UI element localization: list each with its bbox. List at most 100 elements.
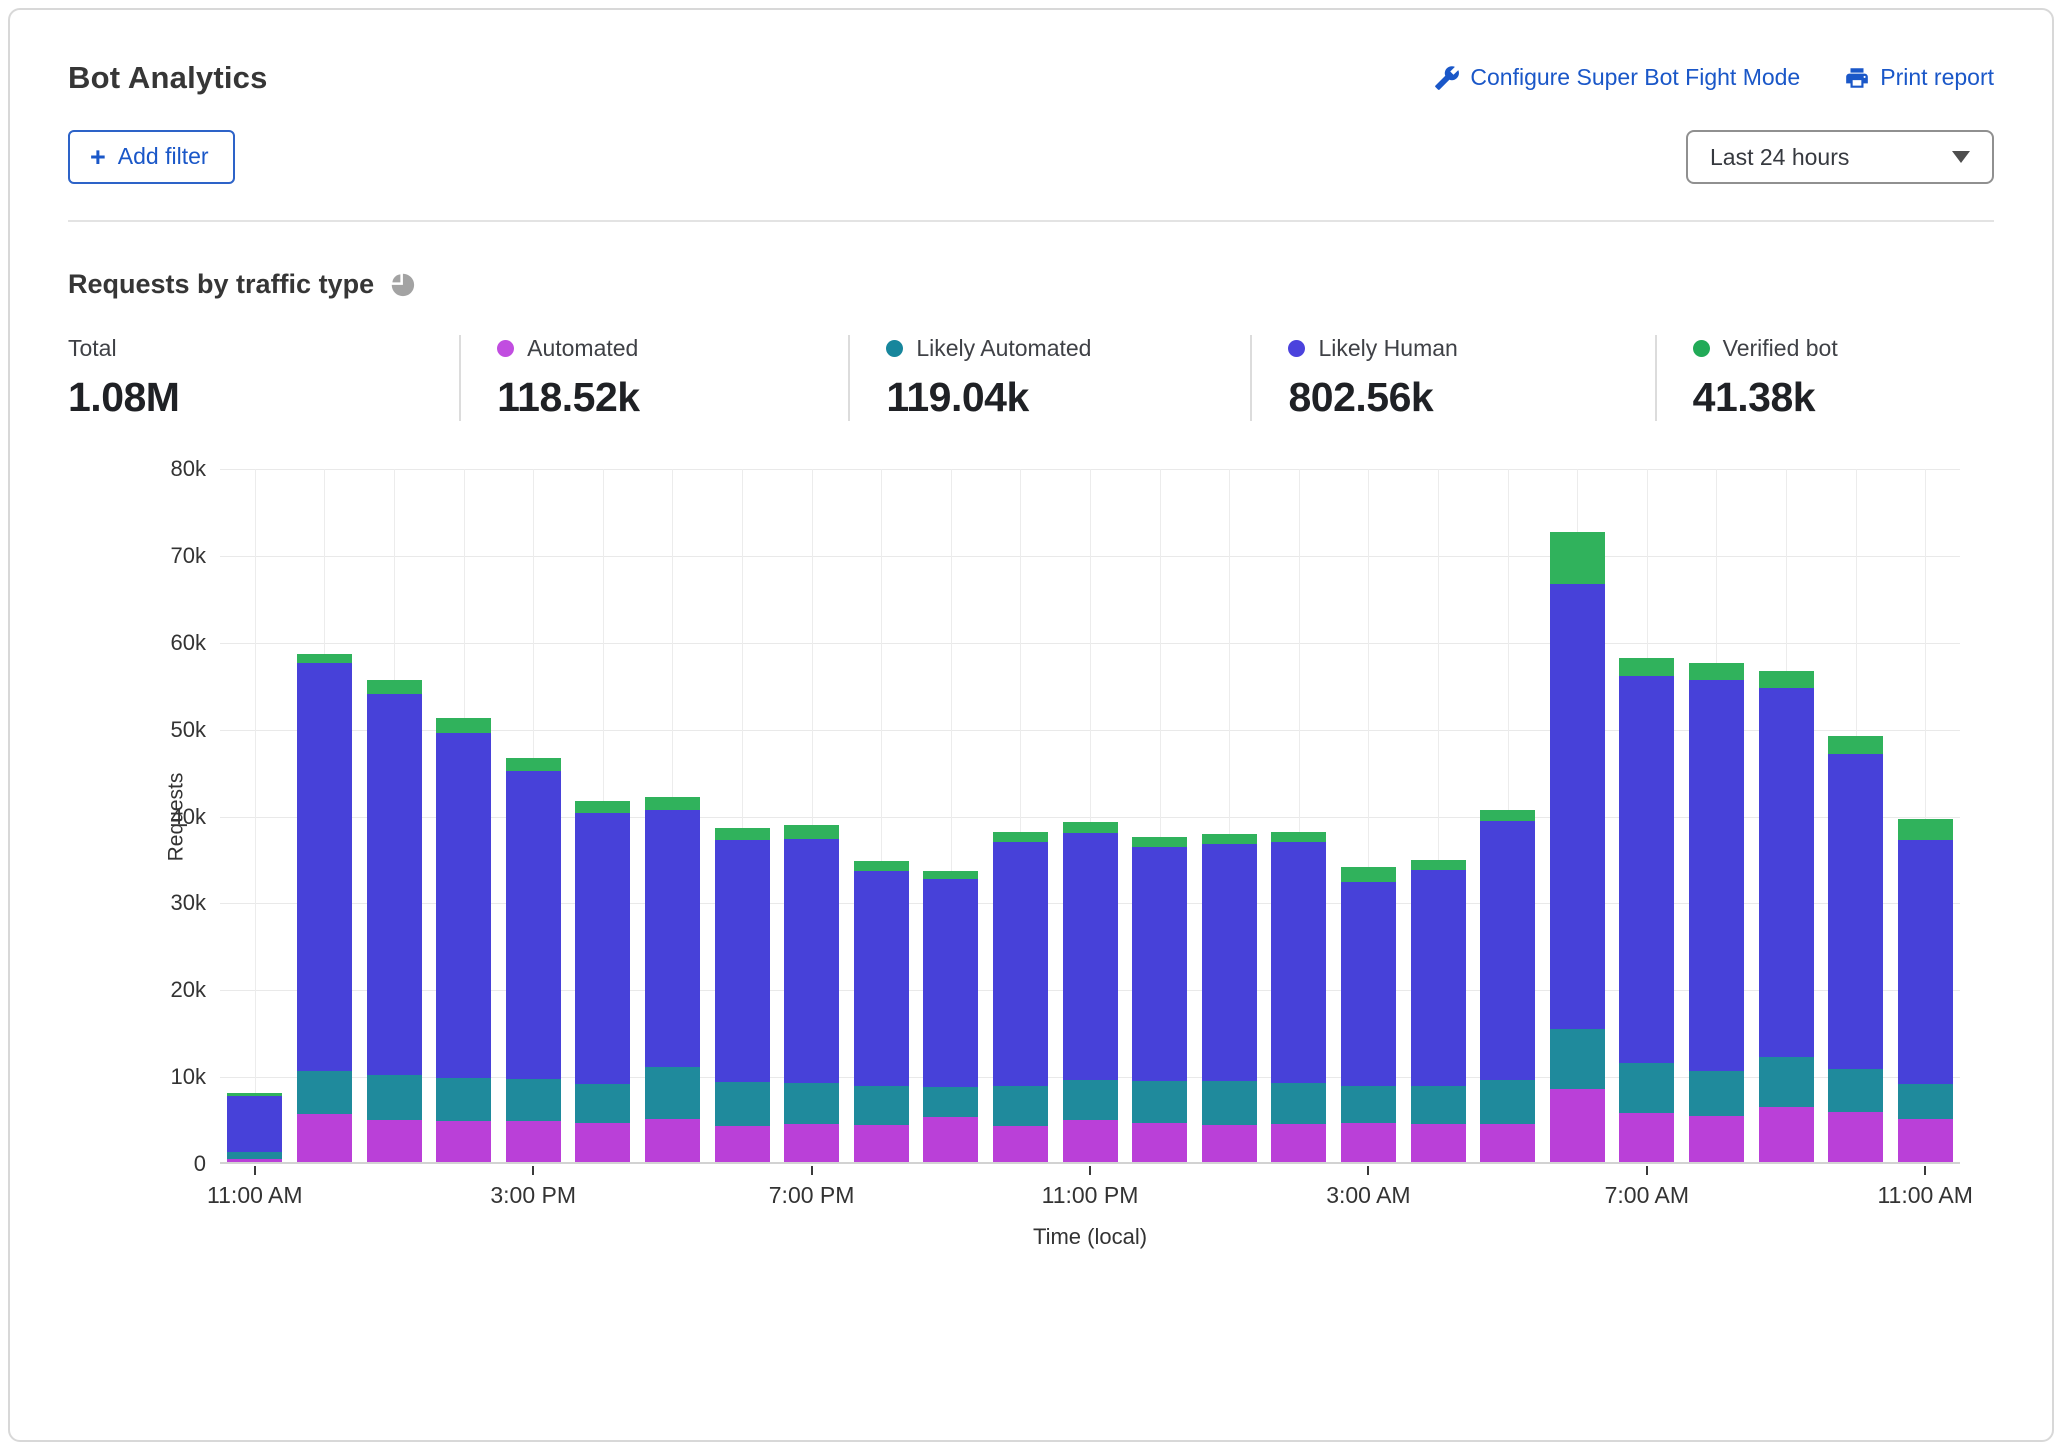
bar-segment-likely-automated[interactable] xyxy=(923,1087,978,1117)
bar-segment-likely-automated[interactable] xyxy=(297,1071,352,1114)
bar-segment-likely-human[interactable] xyxy=(1480,821,1535,1081)
stacked-bar-500am[interactable] xyxy=(1480,810,1535,1162)
bar-segment-automated[interactable] xyxy=(436,1121,491,1162)
stacked-bar-900am[interactable] xyxy=(1759,671,1814,1162)
bar-segment-likely-human[interactable] xyxy=(1411,870,1466,1086)
bar-segment-likely-human[interactable] xyxy=(297,663,352,1070)
stacked-bar-400pm[interactable] xyxy=(575,801,630,1162)
bar-segment-likely-human[interactable] xyxy=(1063,833,1118,1081)
bar-segment-automated[interactable] xyxy=(367,1120,422,1162)
bar-segment-likely-human[interactable] xyxy=(1271,842,1326,1083)
bar-segment-likely-human[interactable] xyxy=(993,842,1048,1086)
bar-segment-automated[interactable] xyxy=(715,1126,770,1162)
stacked-bar-1200am[interactable] xyxy=(1132,837,1187,1162)
bar-segment-likely-automated[interactable] xyxy=(1341,1086,1396,1122)
bar-segment-automated[interactable] xyxy=(1898,1119,1953,1162)
stacked-bar-600am[interactable] xyxy=(1550,532,1605,1162)
bar-segment-likely-automated[interactable] xyxy=(993,1086,1048,1125)
bar-segment-verified-bot[interactable] xyxy=(1341,867,1396,883)
stacked-bar-1100am[interactable] xyxy=(227,1093,282,1162)
bar-segment-automated[interactable] xyxy=(227,1159,282,1162)
bar-segment-verified-bot[interactable] xyxy=(436,718,491,733)
stacked-bar-1200pm[interactable] xyxy=(297,654,352,1162)
stacked-bar-1100pm[interactable] xyxy=(1063,822,1118,1162)
bar-segment-automated[interactable] xyxy=(1550,1089,1605,1162)
stacked-bar-700pm[interactable] xyxy=(784,825,839,1162)
bar-segment-verified-bot[interactable] xyxy=(1063,822,1118,832)
bar-segment-likely-human[interactable] xyxy=(715,840,770,1082)
bar-segment-verified-bot[interactable] xyxy=(715,828,770,840)
bar-segment-likely-automated[interactable] xyxy=(1480,1080,1535,1123)
bar-segment-likely-automated[interactable] xyxy=(784,1083,839,1124)
bar-segment-automated[interactable] xyxy=(1759,1107,1814,1162)
stacked-bar-900pm[interactable] xyxy=(923,871,978,1162)
bar-segment-verified-bot[interactable] xyxy=(1759,671,1814,688)
bar-segment-automated[interactable] xyxy=(784,1124,839,1162)
bar-segment-verified-bot[interactable] xyxy=(1619,658,1674,675)
bar-segment-likely-human[interactable] xyxy=(1828,754,1883,1069)
bar-segment-likely-automated[interactable] xyxy=(1759,1057,1814,1107)
stacked-bar-700am[interactable] xyxy=(1619,658,1674,1162)
bar-segment-likely-automated[interactable] xyxy=(1550,1029,1605,1089)
bar-segment-automated[interactable] xyxy=(1202,1125,1257,1162)
time-range-select[interactable]: Last 24 hours xyxy=(1686,130,1994,184)
bar-segment-verified-bot[interactable] xyxy=(1411,860,1466,870)
bar-segment-likely-human[interactable] xyxy=(923,879,978,1088)
stacked-bar-200pm[interactable] xyxy=(436,718,491,1162)
bar-segment-likely-automated[interactable] xyxy=(1063,1080,1118,1120)
stacked-bar-600pm[interactable] xyxy=(715,828,770,1162)
bar-segment-automated[interactable] xyxy=(1619,1113,1674,1162)
bar-segment-verified-bot[interactable] xyxy=(1480,810,1535,820)
bar-segment-likely-automated[interactable] xyxy=(1411,1086,1466,1123)
bar-segment-verified-bot[interactable] xyxy=(367,680,422,694)
bar-segment-verified-bot[interactable] xyxy=(784,825,839,839)
stacked-bar-1000pm[interactable] xyxy=(993,832,1048,1162)
bar-segment-automated[interactable] xyxy=(506,1121,561,1162)
bar-segment-likely-automated[interactable] xyxy=(715,1082,770,1125)
bar-segment-automated[interactable] xyxy=(1132,1123,1187,1162)
bar-segment-likely-automated[interactable] xyxy=(1689,1071,1744,1116)
bar-segment-likely-automated[interactable] xyxy=(1619,1063,1674,1113)
print-report-link[interactable]: Print report xyxy=(1844,64,1994,91)
bar-segment-automated[interactable] xyxy=(854,1125,909,1162)
bar-segment-likely-human[interactable] xyxy=(1759,688,1814,1057)
bar-segment-likely-human[interactable] xyxy=(367,694,422,1075)
bar-segment-likely-human[interactable] xyxy=(1341,882,1396,1086)
bar-segment-automated[interactable] xyxy=(645,1119,700,1162)
bar-segment-automated[interactable] xyxy=(1271,1124,1326,1162)
bar-segment-automated[interactable] xyxy=(1689,1116,1744,1162)
bar-segment-verified-bot[interactable] xyxy=(297,654,352,664)
bar-segment-automated[interactable] xyxy=(1411,1124,1466,1162)
bar-segment-automated[interactable] xyxy=(575,1123,630,1162)
bar-segment-likely-human[interactable] xyxy=(645,810,700,1067)
bar-segment-likely-automated[interactable] xyxy=(436,1078,491,1121)
bar-segment-likely-automated[interactable] xyxy=(1202,1081,1257,1124)
stacked-bar-1000am[interactable] xyxy=(1828,736,1883,1162)
stacked-bar-800pm[interactable] xyxy=(854,861,909,1162)
bar-segment-automated[interactable] xyxy=(1341,1123,1396,1162)
bar-segment-verified-bot[interactable] xyxy=(1828,736,1883,753)
bar-segment-likely-human[interactable] xyxy=(1132,847,1187,1082)
bar-segment-likely-automated[interactable] xyxy=(645,1067,700,1119)
bar-segment-verified-bot[interactable] xyxy=(645,797,700,810)
bar-segment-likely-automated[interactable] xyxy=(1271,1083,1326,1124)
bar-segment-likely-human[interactable] xyxy=(227,1096,282,1152)
stacked-bar-1100am[interactable] xyxy=(1898,819,1953,1162)
bar-segment-likely-human[interactable] xyxy=(1202,844,1257,1081)
bar-segment-automated[interactable] xyxy=(1828,1112,1883,1162)
stacked-bar-400am[interactable] xyxy=(1411,860,1466,1162)
bar-segment-likely-human[interactable] xyxy=(575,813,630,1084)
stacked-bar-200am[interactable] xyxy=(1271,832,1326,1162)
bar-segment-verified-bot[interactable] xyxy=(1202,834,1257,844)
stacked-bar-300pm[interactable] xyxy=(506,758,561,1162)
bar-segment-likely-human[interactable] xyxy=(1689,680,1744,1071)
bar-segment-likely-automated[interactable] xyxy=(506,1079,561,1121)
stacked-bar-100pm[interactable] xyxy=(367,680,422,1162)
bar-segment-verified-bot[interactable] xyxy=(1898,819,1953,840)
bar-segment-likely-automated[interactable] xyxy=(367,1075,422,1120)
bar-segment-likely-automated[interactable] xyxy=(1828,1069,1883,1112)
bar-segment-likely-human[interactable] xyxy=(436,733,491,1078)
bar-segment-automated[interactable] xyxy=(923,1117,978,1162)
bar-segment-verified-bot[interactable] xyxy=(506,758,561,771)
bar-segment-likely-human[interactable] xyxy=(1619,676,1674,1063)
